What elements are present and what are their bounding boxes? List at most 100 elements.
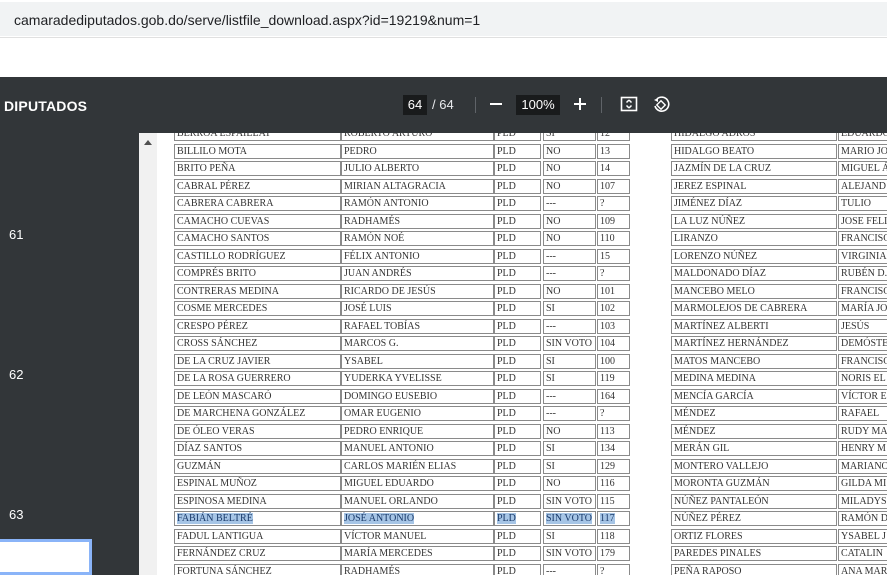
last-name-cell: CAMACHO SANTOS	[174, 231, 341, 246]
first-name-cell: OMAR EUGENIO	[341, 406, 494, 421]
last-name-cell: LA LUZ NÚÑEZ	[671, 213, 837, 229]
first-name-cell: RAFAEL	[838, 406, 887, 421]
scrollbar[interactable]	[139, 133, 157, 575]
first-name-cell: PEDRO	[341, 143, 494, 159]
first-name-cell: RADHAMÉS	[341, 213, 494, 229]
thumbnail-label[interactable]: 63	[9, 507, 23, 522]
last-name-cell: DE ÓLEO VERAS	[174, 423, 341, 439]
first-name-cell: VÍCTOR MANUEL	[341, 528, 494, 544]
seat-cell: 164	[597, 388, 630, 404]
page-thumbnail-selected[interactable]	[0, 539, 92, 575]
pdf-toolbar: DIPUTADOS 64 / 64 100%	[0, 77, 887, 133]
last-name-cell: MATOS MANCEBO	[671, 353, 837, 369]
party-cell: PLD	[494, 318, 541, 334]
thumbnail-label[interactable]: 61	[9, 227, 23, 242]
last-name-cell: MENCÍA GARCÍA	[671, 388, 837, 404]
vote-cell: ---	[543, 248, 596, 264]
last-name-cell: FORTUNA SÁNCHEZ	[174, 563, 341, 575]
first-name-cell: JESÚS	[838, 318, 887, 334]
party-cell: PLD	[494, 458, 541, 474]
last-name-cell: FABIÁN BELTRÉ	[174, 511, 341, 526]
last-name-cell: MERÁN GIL	[671, 441, 837, 456]
last-name-cell: NÚÑEZ PÉREZ	[671, 511, 837, 526]
vote-cell: SI	[543, 301, 596, 316]
first-name-cell: GILDA MI	[838, 476, 887, 491]
party-cell: PLD	[494, 528, 541, 544]
first-name-cell: YSABEL	[341, 353, 494, 369]
seat-cell: ?	[597, 563, 630, 575]
last-name-cell: CONTRERAS MEDINA	[174, 283, 341, 299]
seat-cell: 134	[597, 441, 630, 456]
first-name-cell: TULIO	[838, 196, 887, 211]
url-field[interactable]: camaradediputados.gob.do/serve/listfile_…	[0, 2, 887, 36]
zoom-in-icon[interactable]	[568, 92, 592, 116]
zoom-level-input[interactable]: 100%	[516, 95, 560, 115]
first-name-cell: MARIANO	[838, 458, 887, 474]
seat-cell: ?	[597, 406, 630, 421]
seat-cell: 129	[597, 458, 630, 474]
seat-cell: 109	[597, 213, 630, 229]
party-cell: PLD	[494, 143, 541, 159]
last-name-cell: CAMACHO CUEVAS	[174, 213, 341, 229]
party-cell: PLD	[494, 563, 541, 575]
vote-cell: SIN VOTO	[543, 336, 596, 351]
party-cell: PLD	[494, 353, 541, 369]
rotate-icon[interactable]	[649, 92, 673, 116]
zoom-out-icon[interactable]	[484, 92, 508, 116]
last-name-cell: CABRAL PÉREZ	[174, 178, 341, 194]
last-name-cell: PAREDES PINALES	[671, 546, 837, 561]
first-name-cell: MILADYS	[838, 493, 887, 509]
first-name-cell: MIGUEL Á	[838, 161, 887, 176]
last-name-cell: MANCEBO MELO	[671, 283, 837, 299]
vote-cell: ---	[543, 406, 596, 421]
text-selection-highlight: JOSÉ ANTONIO	[344, 513, 415, 524]
url-text[interactable]: camaradediputados.gob.do/serve/listfile_…	[14, 12, 480, 28]
seat-cell: ?	[597, 196, 630, 211]
thumbnail-sidebar[interactable]: 61 62 63	[0, 133, 139, 575]
first-name-cell: JOSÉ LUIS	[341, 301, 494, 316]
last-name-cell: MÉNDEZ	[671, 406, 837, 421]
last-name-cell: JAZMÍN DE LA CRUZ	[671, 161, 837, 176]
browser-content-gap	[0, 37, 887, 78]
seat-cell: 119	[597, 371, 630, 386]
thumbnail-label[interactable]: 62	[9, 367, 23, 382]
seat-cell: 15	[597, 248, 630, 264]
vote-cell: ---	[543, 388, 596, 404]
party-cell: PLD	[494, 546, 541, 561]
vote-cell: SI	[543, 441, 596, 456]
seat-cell: 179	[597, 546, 630, 561]
vote-cell: ---	[543, 266, 596, 281]
last-name-cell: JEREZ ESPINAL	[671, 178, 837, 194]
seat-cell: 100	[597, 353, 630, 369]
document-viewer[interactable]: BERROA ESPAILLAT ROBERTO ARTURO PLD SI 12 BIL…	[157, 133, 887, 575]
first-name-cell: YSABEL J	[838, 528, 887, 544]
fit-page-icon[interactable]	[617, 92, 641, 116]
first-name-cell: MARIO JO	[838, 143, 887, 159]
vote-cell: ---	[543, 318, 596, 334]
seat-cell: 113	[597, 423, 630, 439]
vote-cell: NO	[543, 476, 596, 491]
scroll-up-arrow-icon[interactable]	[144, 140, 152, 145]
last-name-cell: PEÑA RAPOSO	[671, 563, 837, 575]
first-name-cell: FRANCISC	[838, 283, 887, 299]
vote-cell: NO	[543, 161, 596, 176]
vote-cell: SI	[543, 133, 596, 141]
first-name-cell: VIRGINIA	[838, 248, 887, 264]
party-cell: PLD	[494, 423, 541, 439]
party-cell: PLD	[494, 371, 541, 386]
party-cell: PLD	[494, 511, 541, 526]
party-cell: PLD	[494, 406, 541, 421]
vote-cell: SIN VOTO	[543, 493, 596, 509]
last-name-cell: MARTÍNEZ HERNÁNDEZ	[671, 336, 837, 351]
page-number-input[interactable]: 64	[403, 95, 427, 115]
first-name-cell: YUDERKA YVELISSE	[341, 371, 494, 386]
first-name-cell: RUDY MA	[838, 423, 887, 439]
party-cell: PLD	[494, 161, 541, 176]
vote-cell: SI	[543, 458, 596, 474]
toolbar-divider	[475, 97, 476, 113]
first-name-cell: MARCOS G.	[341, 336, 494, 351]
first-name-cell: CARLOS MARIÉN ELIAS	[341, 458, 494, 474]
first-name-cell: JOSE FELI	[838, 213, 887, 229]
first-name-cell: RAMÓN NOÉ	[341, 231, 494, 246]
party-cell: PLD	[494, 388, 541, 404]
